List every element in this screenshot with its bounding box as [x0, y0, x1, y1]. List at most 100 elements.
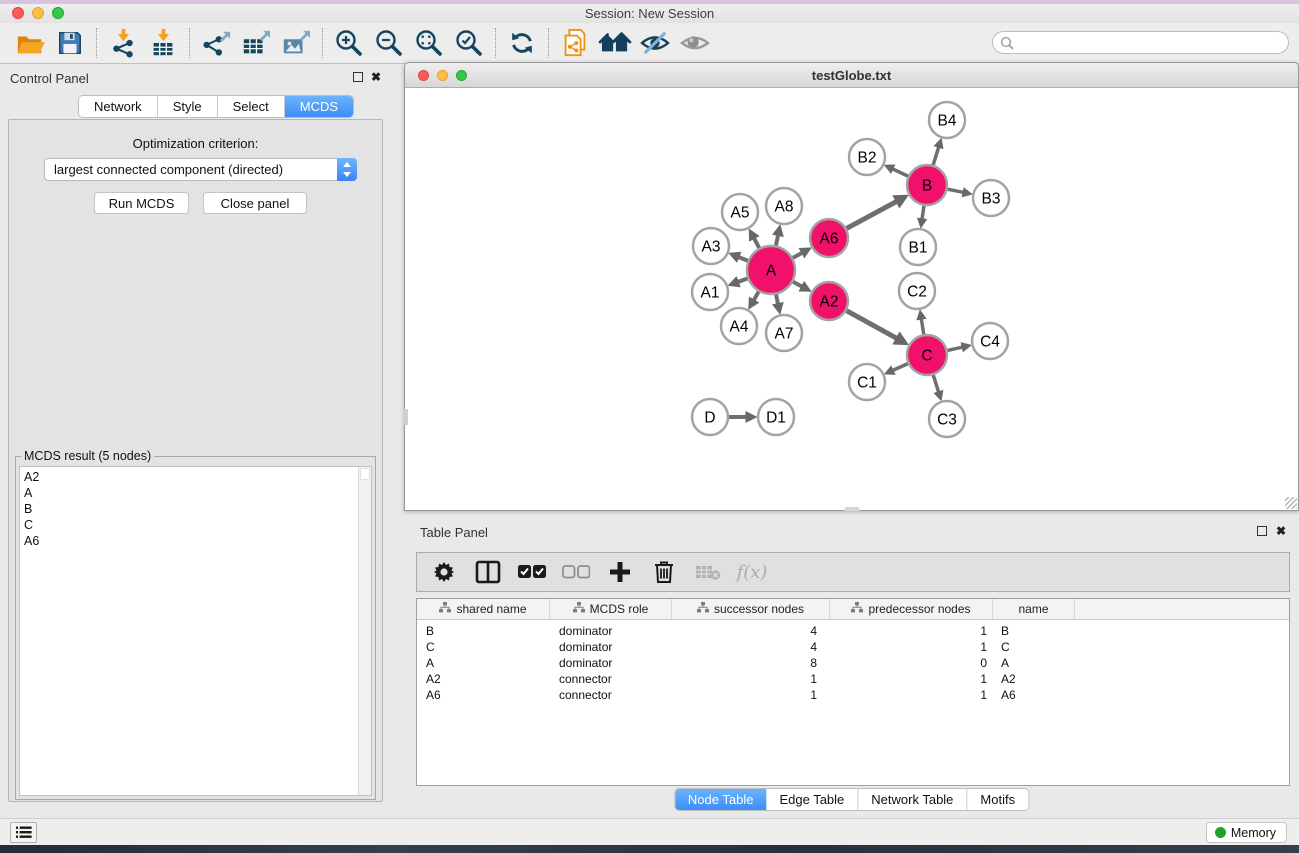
table-cell[interactable]: B	[417, 624, 550, 638]
table-cell[interactable]: 1	[672, 672, 830, 686]
table-cell[interactable]: dominator	[550, 640, 672, 654]
table-cell[interactable]: A6	[993, 688, 1075, 702]
result-item[interactable]: A	[20, 485, 371, 501]
edge-A-A4[interactable]	[754, 292, 759, 301]
zoom-window-icon[interactable]	[52, 7, 64, 19]
add-column-icon[interactable]	[603, 557, 637, 587]
column-header-name[interactable]: name	[993, 599, 1075, 619]
export-image-icon[interactable]	[276, 26, 316, 60]
edge-B-B1[interactable]	[922, 206, 924, 220]
zoom-out-icon[interactable]	[369, 26, 409, 60]
criterion-dropdown[interactable]: largest connected component (directed)	[44, 158, 357, 181]
edge-B-B2[interactable]	[892, 169, 908, 176]
memory-button[interactable]: Memory	[1206, 822, 1287, 843]
table-cell[interactable]: connector	[550, 688, 672, 702]
result-item[interactable]: A6	[20, 533, 371, 549]
edge-C-C4[interactable]	[947, 347, 962, 350]
minimize-window-icon[interactable]	[32, 7, 44, 19]
deselect-all-icon[interactable]	[559, 557, 593, 587]
table-row[interactable]: A2connector11A2	[417, 671, 1289, 687]
close-network-icon[interactable]	[418, 70, 429, 81]
graph-node-D[interactable]: D	[692, 399, 728, 435]
import-table-icon[interactable]	[143, 26, 183, 60]
mcds-result-list[interactable]: A2ABCA6	[19, 466, 372, 796]
delete-column-icon[interactable]	[647, 557, 681, 587]
tab-select[interactable]: Select	[218, 96, 285, 117]
close-panel-button[interactable]: Close panel	[203, 192, 307, 214]
network-canvas[interactable]: B4B2BB3A5A8A6B1A3AC2A1A2A4A7C4CC1DD1C3	[405, 88, 1298, 510]
refresh-layout-icon[interactable]	[502, 26, 542, 60]
table-cell[interactable]: dominator	[550, 656, 672, 670]
graph-node-B2[interactable]: B2	[849, 139, 885, 175]
function-builder-icon[interactable]: f(x)	[735, 557, 769, 587]
network-vertical-scroll-mark[interactable]	[404, 409, 408, 425]
table-cell[interactable]: A6	[417, 688, 550, 702]
table-row[interactable]: Cdominator41C	[417, 639, 1289, 655]
graph-node-D1[interactable]: D1	[758, 399, 794, 435]
graph-node-A6[interactable]: A6	[810, 219, 848, 257]
close-table-panel-icon[interactable]: ✖	[1276, 524, 1286, 538]
network-window-titlebar[interactable]: testGlobe.txt	[405, 63, 1298, 88]
export-table-icon[interactable]	[236, 26, 276, 60]
edge-A-A1[interactable]	[738, 278, 748, 282]
graph-node-A1[interactable]: A1	[692, 274, 728, 310]
table-cell[interactable]: 1	[830, 640, 993, 654]
settings-gear-icon[interactable]	[427, 557, 461, 587]
graph-node-A8[interactable]: A8	[766, 188, 802, 224]
edge-A6-B[interactable]	[847, 201, 898, 228]
graph-node-C1[interactable]: C1	[849, 364, 885, 400]
tab-network[interactable]: Network	[79, 96, 158, 117]
table-cell[interactable]: 1	[830, 672, 993, 686]
table-cell[interactable]: 0	[830, 656, 993, 670]
table-cell[interactable]: A	[993, 656, 1075, 670]
minimize-network-icon[interactable]	[437, 70, 448, 81]
table-row[interactable]: A6connector11A6	[417, 687, 1289, 703]
graph-node-A[interactable]: A	[747, 246, 795, 294]
edge-C-C2[interactable]	[921, 319, 923, 335]
edge-A-A8[interactable]	[776, 235, 778, 246]
network-horizontal-scroll-mark[interactable]	[845, 507, 859, 511]
graph-node-B[interactable]: B	[907, 165, 947, 205]
edge-B-B4[interactable]	[933, 147, 939, 165]
table-row[interactable]: Adominator80A	[417, 655, 1289, 671]
show-all-icon[interactable]	[675, 26, 715, 60]
graph-node-C3[interactable]: C3	[929, 401, 965, 437]
edge-C-C1[interactable]	[892, 364, 907, 371]
open-session-icon[interactable]	[10, 26, 50, 60]
table-cell[interactable]: 1	[830, 624, 993, 638]
tab-edge-table[interactable]: Edge Table	[766, 789, 858, 810]
table-cell[interactable]: 1	[830, 688, 993, 702]
export-network-icon[interactable]	[196, 26, 236, 60]
result-item[interactable]: A2	[20, 467, 371, 485]
edge-B-B3[interactable]	[948, 189, 964, 192]
graph-node-C4[interactable]: C4	[972, 323, 1008, 359]
close-window-icon[interactable]	[12, 7, 24, 19]
graph-node-A5[interactable]: A5	[722, 194, 758, 230]
table-cell[interactable]: 4	[672, 624, 830, 638]
tab-style[interactable]: Style	[158, 96, 218, 117]
graph-node-A4[interactable]: A4	[721, 308, 757, 344]
table-cell[interactable]: 1	[672, 688, 830, 702]
graph-node-A2[interactable]: A2	[810, 282, 848, 320]
edge-C-C3[interactable]	[933, 375, 938, 392]
table-cell[interactable]: 8	[672, 656, 830, 670]
table-cell[interactable]: connector	[550, 672, 672, 686]
edge-A-A3[interactable]	[738, 257, 748, 261]
column-header-successor-nodes[interactable]: successor nodes	[672, 599, 830, 619]
delete-table-icon[interactable]	[691, 557, 725, 587]
column-header-predecessor-nodes[interactable]: predecessor nodes	[830, 599, 993, 619]
table-cell[interactable]: A2	[417, 672, 550, 686]
float-table-panel-icon[interactable]	[1257, 526, 1267, 536]
table-cell[interactable]: dominator	[550, 624, 672, 638]
table-row[interactable]: Bdominator41B	[417, 623, 1289, 639]
hide-selected-icon[interactable]	[635, 26, 675, 60]
graph-node-B1[interactable]: B1	[900, 229, 936, 265]
edge-A-A7[interactable]	[776, 294, 778, 304]
edge-A-A5[interactable]	[754, 238, 759, 248]
tab-mcds[interactable]: MCDS	[285, 96, 353, 117]
import-network-icon[interactable]	[103, 26, 143, 60]
close-panel-icon[interactable]: ✖	[371, 70, 381, 84]
zoom-network-icon[interactable]	[456, 70, 467, 81]
edge-A-A2[interactable]	[793, 282, 802, 287]
column-header-MCDS-role[interactable]: MCDS role	[550, 599, 672, 619]
